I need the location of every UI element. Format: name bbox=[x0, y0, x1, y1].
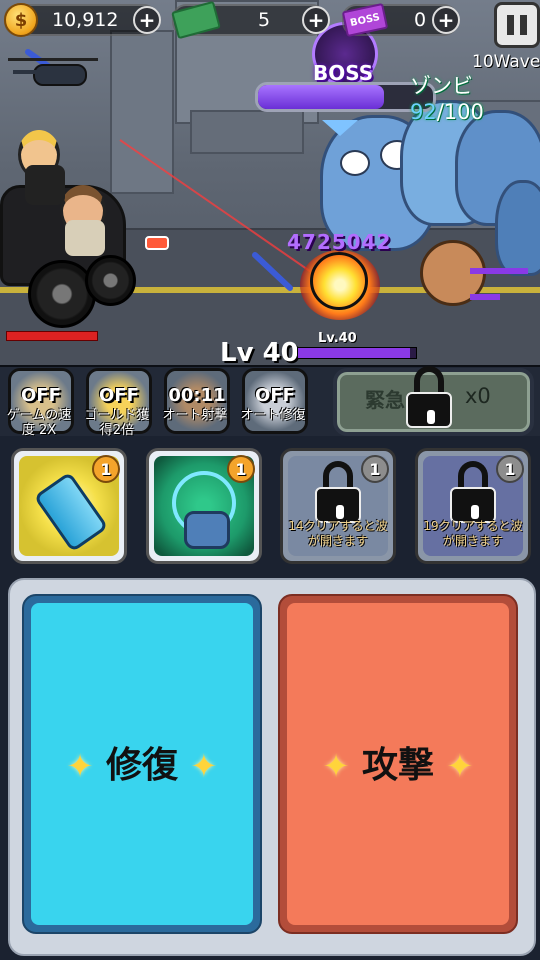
gunner-body bbox=[25, 165, 65, 205]
wheel bbox=[85, 255, 136, 306]
zombie bbox=[495, 180, 540, 276]
auto-repair-button[interactable]: OFF bbox=[242, 368, 308, 434]
xp-fill bbox=[298, 348, 411, 358]
attack-button[interactable]: ✦ 攻撃 ✦ bbox=[278, 594, 518, 934]
boss-hp-fill bbox=[258, 85, 384, 109]
auto-repair-label: オート修復 bbox=[240, 408, 306, 423]
attack-label: ✦ 攻撃 ✦ bbox=[280, 736, 516, 788]
zombie-progress: ゾンビ 92/100 bbox=[410, 70, 540, 124]
auto-repair-value: OFF bbox=[255, 385, 295, 406]
pause-button[interactable] bbox=[494, 2, 540, 48]
lock-icon bbox=[406, 366, 452, 428]
bullet-projectile bbox=[145, 236, 169, 250]
item-count-badge: 1 bbox=[496, 455, 524, 483]
repair-text: 修復 bbox=[105, 745, 178, 786]
sparkle-icon: ✦ bbox=[66, 747, 94, 785]
ticket-amount: 0 bbox=[414, 9, 427, 31]
unlock-requirement-text: 19クリアすると波が開きます bbox=[423, 519, 523, 548]
cash-amount: 5 bbox=[258, 9, 271, 31]
zombie-hp-bar bbox=[470, 294, 500, 300]
item-count-badge: 1 bbox=[227, 455, 255, 483]
repair-button[interactable]: ✦ 修復 ✦ bbox=[22, 594, 262, 934]
attack-text: 攻撃 bbox=[361, 745, 434, 786]
cash-icon bbox=[171, 0, 221, 40]
xp-bar bbox=[297, 347, 417, 359]
zombie-count-total: /100 bbox=[436, 100, 484, 124]
player-level: Lv 40 bbox=[220, 338, 299, 365]
auto-fire-timer: 00:11 bbox=[168, 385, 226, 406]
item-slot-locked[interactable]: 1 19クリアすると波が開きます bbox=[415, 448, 531, 564]
battle-scene: 4725042 BOSS 10Wave ゾンビ 92/100 Lv 40 Lv.… bbox=[0, 0, 540, 365]
target-arrow-icon bbox=[322, 120, 358, 136]
gold-boost-value: OFF bbox=[99, 385, 139, 406]
speed-toggle-value: OFF bbox=[21, 385, 61, 406]
repair-label: ✦ 修復 ✦ bbox=[24, 736, 260, 788]
item-slot-zombie-target[interactable]: 1 bbox=[146, 448, 262, 564]
speed-toggle-label: ゲームの速度 2X bbox=[6, 408, 72, 438]
add-coins-button[interactable]: + bbox=[133, 6, 161, 34]
sparkle-icon: ✦ bbox=[446, 747, 474, 785]
item-slot-locked[interactable]: 1 14クリアすると波が開きます bbox=[280, 448, 396, 564]
sparkle-icon: ✦ bbox=[190, 747, 218, 785]
add-cash-button[interactable]: + bbox=[302, 6, 330, 34]
gold-boost-label: ゴールド獲得2倍 bbox=[84, 408, 150, 438]
add-tickets-button[interactable]: + bbox=[432, 6, 460, 34]
zombie-name: ゾンビ bbox=[410, 74, 473, 98]
item-count-badge: 1 bbox=[361, 455, 389, 483]
sparkle-icon: ✦ bbox=[322, 747, 350, 785]
zombie-eye bbox=[340, 150, 370, 176]
helicopter-icon bbox=[8, 58, 98, 86]
zombie-hp-bar bbox=[470, 268, 528, 274]
emergency-count: x0 bbox=[465, 384, 491, 408]
enemy-level: Lv.40 bbox=[318, 331, 357, 346]
driver-body bbox=[65, 220, 105, 256]
boss-ticket-icon: BOSS bbox=[341, 2, 389, 38]
damage-number: 4725042 bbox=[287, 230, 392, 254]
lock-icon bbox=[450, 461, 496, 523]
coin-icon: $ bbox=[4, 3, 38, 37]
player-hp-bar bbox=[6, 331, 98, 341]
unlock-requirement-text: 14クリアすると波が開きます bbox=[288, 519, 388, 548]
item-slot-battery[interactable]: 1 bbox=[11, 448, 127, 564]
item-count-badge: 1 bbox=[92, 455, 120, 483]
emergency-label: 緊急 bbox=[365, 388, 405, 412]
crosshair-icon bbox=[310, 252, 368, 310]
auto-fire-label: オート射撃 bbox=[162, 408, 228, 423]
lock-icon bbox=[315, 461, 361, 523]
coin-amount: 10,912 bbox=[52, 9, 119, 31]
zombie-count-current: 92 bbox=[410, 100, 437, 124]
boss-hp-bar bbox=[255, 82, 436, 112]
wave-counter: 10Wave bbox=[472, 52, 540, 72]
auto-fire-button[interactable]: 00:11 bbox=[164, 368, 230, 434]
